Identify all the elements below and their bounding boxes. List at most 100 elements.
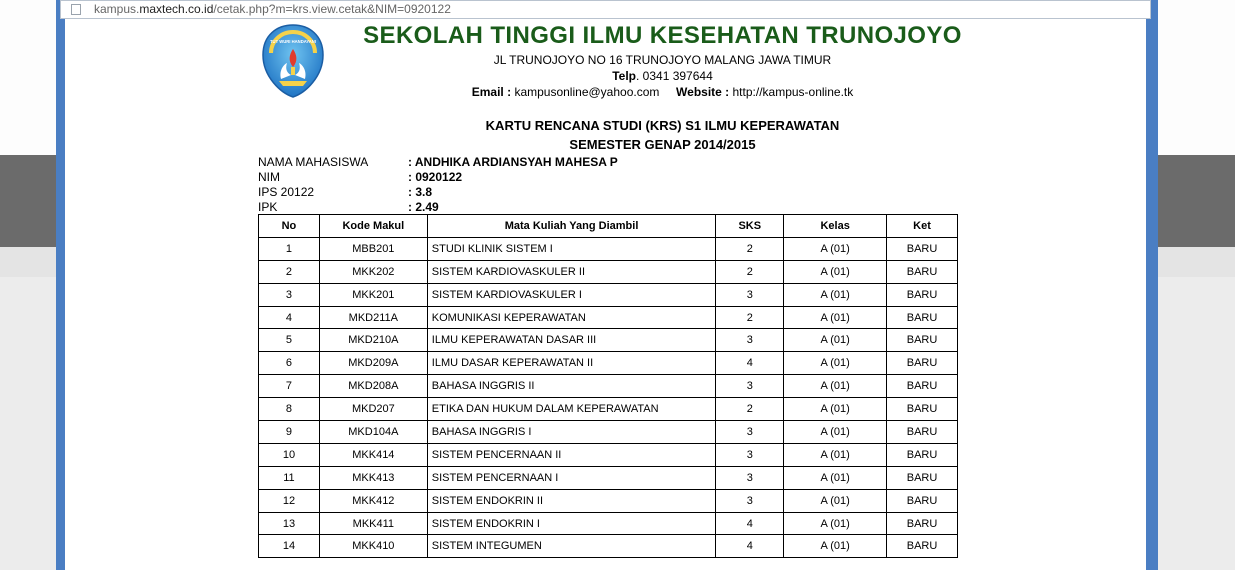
cell-mata-kuliah: ILMU DASAR KEPERAWATAN II (426, 351, 717, 376)
cell-mata-kuliah: SISTEM ENDOKRIN I (426, 511, 717, 536)
cell-no: 6 (258, 351, 320, 376)
cell-kode-makul: MKD207 (318, 397, 428, 422)
cell-kelas: A (01) (783, 534, 888, 559)
cell-kode-makul: MKD208A (318, 374, 428, 399)
cell-mata-kuliah: SISTEM KARDIOVASKULER II (426, 259, 717, 284)
cell-kode-makul: MKD211A (318, 305, 428, 330)
cell-sks: 3 (715, 282, 785, 307)
cell-ket: BARU (886, 282, 958, 307)
krs-table: No Kode Makul Mata Kuliah Yang Diambil S… (258, 214, 958, 559)
table-row: 2 MKK202 SISTEM KARDIOVASKULER II 2 A (01) BA… (258, 259, 958, 284)
cell-kelas: A (01) (783, 351, 888, 376)
header-ket: Ket (886, 214, 958, 238)
cell-kode-makul: MKD104A (318, 420, 428, 444)
krs-semester: SEMESTER GENAP 2014/2015 (569, 137, 756, 152)
cell-no: 14 (258, 534, 320, 559)
cell-kelas: A (01) (783, 442, 888, 467)
cell-ket: BARU (886, 442, 958, 467)
school-contact: Email : kampusonline@yahoo.com Website :… (471, 85, 854, 99)
cell-mata-kuliah: SISTEM PENCERNAAN I (426, 465, 717, 490)
cell-sks: 3 (715, 374, 785, 399)
table-row: 5 MKD210A ILMU KEPERAWATAN DASAR III 3 A (01… (258, 328, 958, 353)
school-telp: Telp. 0341 397644 (612, 69, 713, 83)
address-bar[interactable]: kampus.maxtech.co.id/cetak.php?m=krs.vie… (60, 0, 1151, 19)
cell-no: 2 (258, 259, 320, 284)
cell-kelas: A (01) (783, 305, 888, 330)
cell-kode-makul: MKK202 (318, 259, 428, 284)
header-kelas: Kelas (783, 214, 888, 238)
cell-kelas: A (01) (783, 488, 888, 513)
cell-no: 12 (258, 488, 320, 513)
cell-kelas: A (01) (783, 328, 888, 353)
cell-mata-kuliah: KOMUNIKASI KEPERAWATAN (426, 305, 717, 330)
cell-sks: 4 (715, 351, 785, 376)
cell-kode-makul: MKK410 (318, 534, 428, 559)
cell-sks: 3 (715, 328, 785, 353)
school-address: JL TRUNOJOYO NO 16 TRUNOJOYO MALANG JAWA… (493, 53, 832, 67)
cell-kelas: A (01) (783, 465, 888, 490)
table-row: 10 MKK414 SISTEM PENCERNAAN II 3 A (01) BARU (258, 442, 958, 467)
cell-kelas: A (01) (783, 282, 888, 307)
cell-mata-kuliah: SISTEM KARDIOVASKULER I (426, 282, 717, 307)
table-row: 8 MKD207 ETIKA DAN HUKUM DALAM KEPERAWATAN… (258, 397, 958, 422)
cell-mata-kuliah: ILMU KEPERAWATAN DASAR III (426, 328, 717, 353)
cell-kelas: A (01) (783, 511, 888, 536)
table-row: 14 MKK410 SISTEM INTEGUMEN 4 A (01) BARU (258, 534, 958, 559)
cell-no: 3 (258, 282, 320, 307)
cell-ket: BARU (886, 511, 958, 536)
cell-no: 9 (258, 420, 320, 444)
cell-no: 11 (258, 465, 320, 490)
table-row: 11 MKK413 SISTEM PENCERNAAN I3A (01) BARU (258, 465, 958, 490)
cell-mata-kuliah: SISTEM PENCERNAAN II (426, 442, 717, 467)
cell-ket: BARU (886, 236, 958, 261)
table-row: 7 MKD208A BAHASA INGGRIS II 3 A (01) BARU (258, 374, 958, 399)
cell-ket: BARU (886, 351, 958, 376)
cell-sks: 4 (715, 534, 785, 559)
cell-sks: 3 (715, 488, 785, 513)
cell-mata-kuliah: SISTEM INTEGUMEN (426, 534, 717, 559)
cell-ket: BARU (886, 397, 958, 422)
cell-kode-makul: MKD210A (318, 328, 428, 353)
table-row: 1 MBB201 STUDI KLINIK SISTEM I2A (01) BARU (258, 236, 958, 261)
cell-sks: 2 (715, 236, 785, 261)
cell-no: 7 (258, 374, 320, 399)
cell-ket: BARU (886, 488, 958, 513)
cell-mata-kuliah: SISTEM ENDOKRIN II (426, 488, 717, 513)
cell-ket: BARU (886, 465, 958, 490)
cell-kelas: A (01) (783, 374, 888, 399)
krs-title: KARTU RENCANA STUDI (KRS) S1 ILMU KEPERA… (485, 118, 840, 133)
cell-sks: 2 (715, 259, 785, 284)
cell-kode-makul: MKK414 (318, 442, 428, 467)
cell-sks: 3 (715, 420, 785, 444)
print-page: TUT WURI HANDAYANI SEKOLAH TINGGI ILMU K… (65, 19, 1146, 570)
school-name: SEKOLAH TINGGI ILMU KESEHATAN TRUNOJOYO (363, 22, 962, 49)
cell-ket: BARU (886, 420, 958, 444)
cell-ket: BARU (886, 259, 958, 284)
cell-sks: 2 (715, 305, 785, 330)
table-row: 12 MKK412 SISTEM ENDOKRIN II 3 A (01) BARU (258, 488, 958, 513)
cell-sks: 3 (715, 465, 785, 490)
table-row: 3 MKK201 SISTEM KARDIOVASKULER I3A (01) BAR… (258, 282, 958, 307)
header-sks: SKS (715, 214, 785, 238)
table-row: 4 MKD211A KOMUNIKASI KEPERAWATAN 2 A (01) BAR… (258, 305, 958, 330)
cell-kelas: A (01) (783, 397, 888, 422)
cell-sks: 2 (715, 397, 785, 422)
cell-kode-makul: MKK412 (318, 488, 428, 513)
table-row: 13 MKK411 SISTEM ENDOKRIN I4A (01) BARU (258, 511, 958, 536)
header-no: No (258, 214, 320, 238)
cell-ket: BARU (886, 374, 958, 399)
cell-mata-kuliah: ETIKA DAN HUKUM DALAM KEPERAWATAN (426, 397, 717, 422)
cell-sks: 3 (715, 442, 785, 467)
table-row: 6 MKD209A ILMU DASAR KEPERAWATAN II 4 A (01)… (258, 351, 958, 376)
cell-mata-kuliah: STUDI KLINIK SISTEM I (426, 236, 717, 261)
page-icon (71, 4, 81, 15)
cell-kode-makul: MKK413 (318, 465, 428, 490)
cell-ket: BARU (886, 305, 958, 330)
cell-mata-kuliah: BAHASA INGGRIS I (426, 420, 717, 444)
cell-no: 4 (258, 305, 320, 330)
cell-no: 5 (258, 328, 320, 353)
cell-no: 13 (258, 511, 320, 536)
cell-kelas: A (01) (783, 420, 888, 444)
cell-kode-makul: MKK411 (318, 511, 428, 536)
address-url[interactable]: kampus.maxtech.co.id/cetak.php?m=krs.vie… (94, 1, 451, 18)
